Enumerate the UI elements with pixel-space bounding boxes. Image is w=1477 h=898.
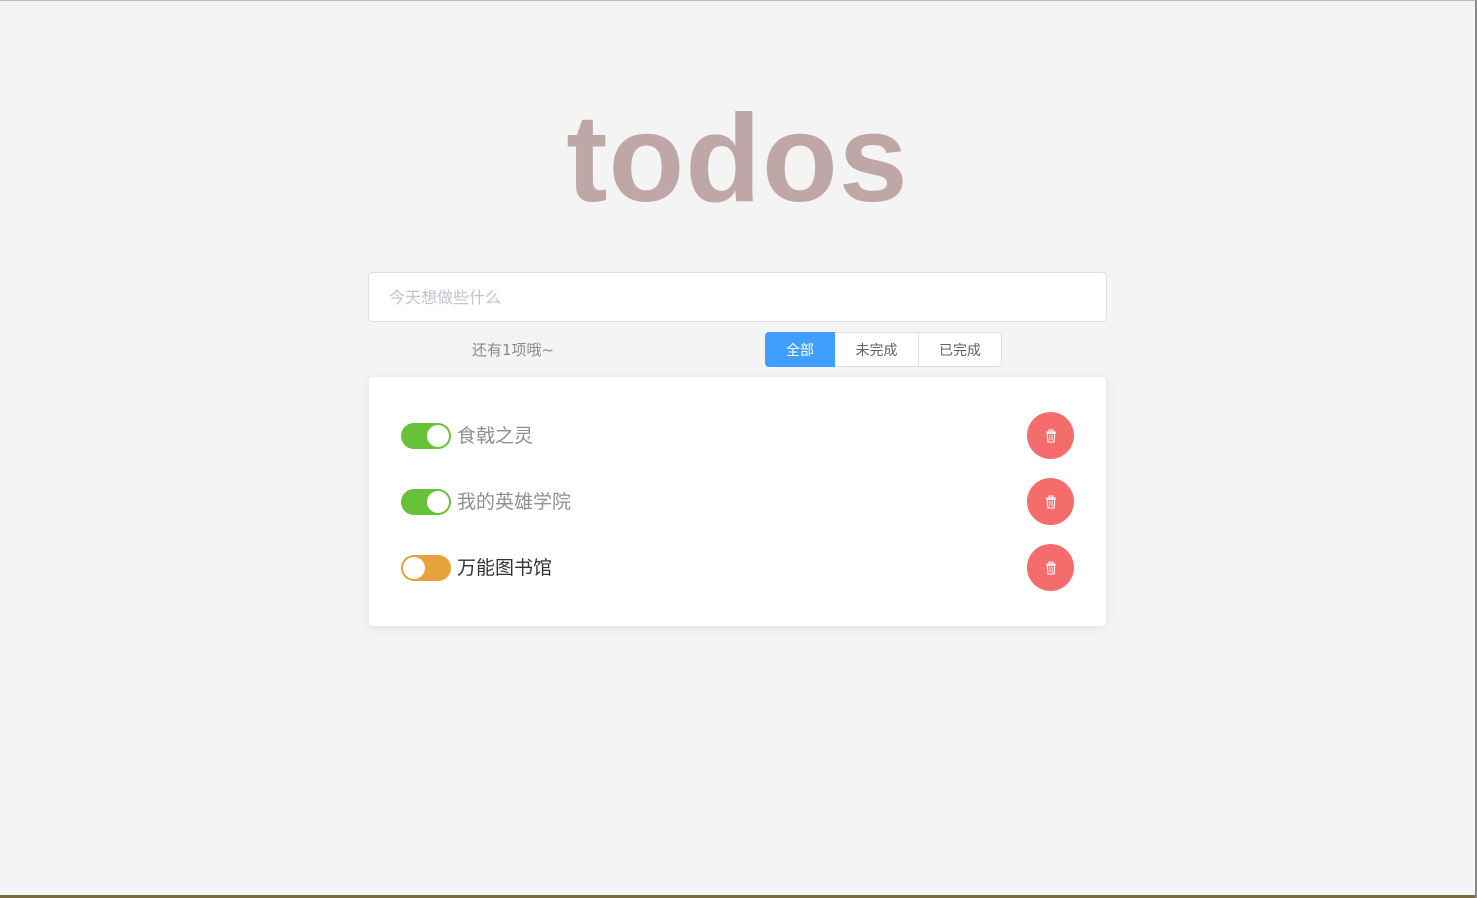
trash-icon [1045,429,1056,443]
trash-icon [1045,495,1056,509]
filter-button-group: 全部 未完成 已完成 [765,332,1002,367]
todo-item: 食戟之灵 [401,412,1074,459]
toggle-knob [403,556,425,579]
filter-active-button[interactable]: 未完成 [835,332,919,367]
toggle-knob [427,490,449,513]
remaining-count: 还有1项哦~ [472,341,555,359]
todo-label: 我的英雄学院 [457,490,572,513]
todo-toggle[interactable] [401,422,451,449]
delete-button[interactable] [1027,412,1074,459]
new-todo-input[interactable] [368,272,1107,322]
delete-button[interactable] [1027,478,1074,525]
delete-button[interactable] [1027,544,1074,591]
todo-label: 食戟之灵 [457,424,534,447]
filter-completed-button[interactable]: 已完成 [919,332,1002,367]
app-title: todos [566,90,909,228]
toggle-knob [427,424,449,447]
todo-item: 我的英雄学院 [401,478,1074,525]
todo-toggle[interactable] [401,554,451,581]
todo-label: 万能图书馆 [457,556,553,579]
filter-all-button[interactable]: 全部 [765,332,835,367]
todo-list: 食戟之灵 我的英雄学院 万能图书馆 [369,377,1106,626]
todo-toggle[interactable] [401,488,451,515]
trash-icon [1045,561,1056,575]
todo-item: 万能图书馆 [401,544,1074,591]
